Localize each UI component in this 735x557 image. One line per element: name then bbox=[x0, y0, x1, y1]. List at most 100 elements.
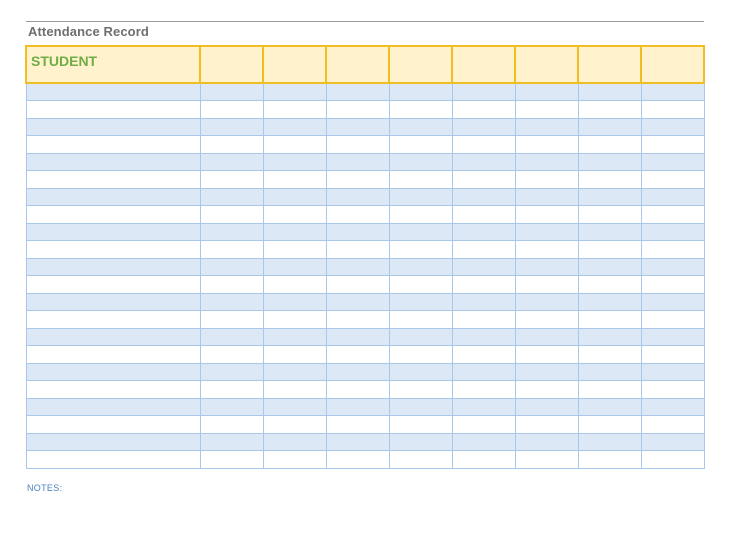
attendance-cell[interactable] bbox=[262, 362, 327, 381]
attendance-cell[interactable] bbox=[388, 82, 453, 101]
attendance-cell[interactable] bbox=[577, 415, 642, 434]
attendance-cell[interactable] bbox=[451, 397, 516, 416]
attendance-cell[interactable] bbox=[577, 310, 642, 329]
attendance-cell[interactable] bbox=[262, 397, 327, 416]
attendance-cell[interactable] bbox=[199, 275, 264, 294]
attendance-cell[interactable] bbox=[451, 187, 516, 206]
student-name-cell[interactable] bbox=[25, 275, 201, 294]
attendance-cell[interactable] bbox=[262, 292, 327, 311]
attendance-cell[interactable] bbox=[262, 275, 327, 294]
student-name-cell[interactable] bbox=[25, 450, 201, 469]
attendance-cell[interactable] bbox=[262, 152, 327, 171]
attendance-cell[interactable] bbox=[325, 170, 390, 189]
attendance-cell[interactable] bbox=[451, 292, 516, 311]
attendance-cell[interactable] bbox=[451, 117, 516, 136]
attendance-cell[interactable] bbox=[262, 187, 327, 206]
attendance-cell[interactable] bbox=[388, 292, 453, 311]
attendance-cell[interactable] bbox=[451, 362, 516, 381]
student-name-cell[interactable] bbox=[25, 415, 201, 434]
attendance-cell[interactable] bbox=[640, 415, 705, 434]
attendance-cell[interactable] bbox=[388, 257, 453, 276]
student-name-cell[interactable] bbox=[25, 310, 201, 329]
attendance-cell[interactable] bbox=[199, 222, 264, 241]
attendance-cell[interactable] bbox=[262, 450, 327, 469]
attendance-cell[interactable] bbox=[199, 170, 264, 189]
attendance-cell[interactable] bbox=[640, 362, 705, 381]
student-name-cell[interactable] bbox=[25, 117, 201, 136]
attendance-cell[interactable] bbox=[514, 82, 579, 101]
attendance-cell[interactable] bbox=[577, 380, 642, 399]
attendance-cell[interactable] bbox=[640, 135, 705, 154]
attendance-cell[interactable] bbox=[514, 310, 579, 329]
attendance-cell[interactable] bbox=[514, 240, 579, 259]
attendance-cell[interactable] bbox=[199, 205, 264, 224]
attendance-cell[interactable] bbox=[262, 100, 327, 119]
attendance-cell[interactable] bbox=[514, 327, 579, 346]
attendance-cell[interactable] bbox=[262, 327, 327, 346]
attendance-cell[interactable] bbox=[325, 152, 390, 171]
attendance-cell[interactable] bbox=[388, 362, 453, 381]
attendance-cell[interactable] bbox=[514, 275, 579, 294]
attendance-cell[interactable] bbox=[640, 82, 705, 101]
attendance-cell[interactable] bbox=[514, 450, 579, 469]
attendance-cell[interactable] bbox=[199, 310, 264, 329]
student-name-cell[interactable] bbox=[25, 240, 201, 259]
attendance-cell[interactable] bbox=[199, 397, 264, 416]
attendance-cell[interactable] bbox=[388, 310, 453, 329]
attendance-cell[interactable] bbox=[388, 432, 453, 451]
attendance-cell[interactable] bbox=[577, 397, 642, 416]
attendance-cell[interactable] bbox=[262, 117, 327, 136]
attendance-cell[interactable] bbox=[640, 205, 705, 224]
attendance-cell[interactable] bbox=[451, 380, 516, 399]
attendance-cell[interactable] bbox=[514, 135, 579, 154]
student-name-cell[interactable] bbox=[25, 292, 201, 311]
student-name-cell[interactable] bbox=[25, 100, 201, 119]
attendance-cell[interactable] bbox=[577, 240, 642, 259]
attendance-cell[interactable] bbox=[199, 432, 264, 451]
attendance-cell[interactable] bbox=[451, 100, 516, 119]
attendance-cell[interactable] bbox=[325, 82, 390, 101]
attendance-cell[interactable] bbox=[262, 240, 327, 259]
date-column-header[interactable] bbox=[514, 45, 579, 84]
attendance-cell[interactable] bbox=[640, 152, 705, 171]
attendance-cell[interactable] bbox=[577, 292, 642, 311]
attendance-cell[interactable] bbox=[199, 152, 264, 171]
attendance-cell[interactable] bbox=[640, 275, 705, 294]
attendance-cell[interactable] bbox=[514, 222, 579, 241]
attendance-cell[interactable] bbox=[262, 257, 327, 276]
attendance-cell[interactable] bbox=[451, 135, 516, 154]
attendance-cell[interactable] bbox=[325, 135, 390, 154]
attendance-cell[interactable] bbox=[262, 82, 327, 101]
date-column-header[interactable] bbox=[640, 45, 705, 84]
attendance-cell[interactable] bbox=[451, 152, 516, 171]
attendance-cell[interactable] bbox=[577, 450, 642, 469]
attendance-cell[interactable] bbox=[325, 450, 390, 469]
attendance-cell[interactable] bbox=[199, 240, 264, 259]
attendance-cell[interactable] bbox=[640, 222, 705, 241]
attendance-cell[interactable] bbox=[388, 397, 453, 416]
date-column-header[interactable] bbox=[262, 45, 327, 84]
attendance-cell[interactable] bbox=[199, 327, 264, 346]
attendance-cell[interactable] bbox=[577, 327, 642, 346]
attendance-cell[interactable] bbox=[451, 222, 516, 241]
attendance-cell[interactable] bbox=[640, 397, 705, 416]
student-name-cell[interactable] bbox=[25, 152, 201, 171]
attendance-cell[interactable] bbox=[451, 275, 516, 294]
attendance-cell[interactable] bbox=[199, 450, 264, 469]
attendance-cell[interactable] bbox=[577, 345, 642, 364]
attendance-cell[interactable] bbox=[325, 362, 390, 381]
attendance-cell[interactable] bbox=[514, 397, 579, 416]
attendance-cell[interactable] bbox=[640, 345, 705, 364]
attendance-cell[interactable] bbox=[388, 240, 453, 259]
attendance-cell[interactable] bbox=[199, 117, 264, 136]
attendance-cell[interactable] bbox=[640, 100, 705, 119]
student-name-cell[interactable] bbox=[25, 362, 201, 381]
attendance-cell[interactable] bbox=[325, 415, 390, 434]
attendance-cell[interactable] bbox=[262, 205, 327, 224]
attendance-cell[interactable] bbox=[577, 117, 642, 136]
attendance-cell[interactable] bbox=[577, 275, 642, 294]
attendance-cell[interactable] bbox=[262, 345, 327, 364]
attendance-cell[interactable] bbox=[199, 100, 264, 119]
attendance-cell[interactable] bbox=[325, 100, 390, 119]
date-column-header[interactable] bbox=[577, 45, 642, 84]
